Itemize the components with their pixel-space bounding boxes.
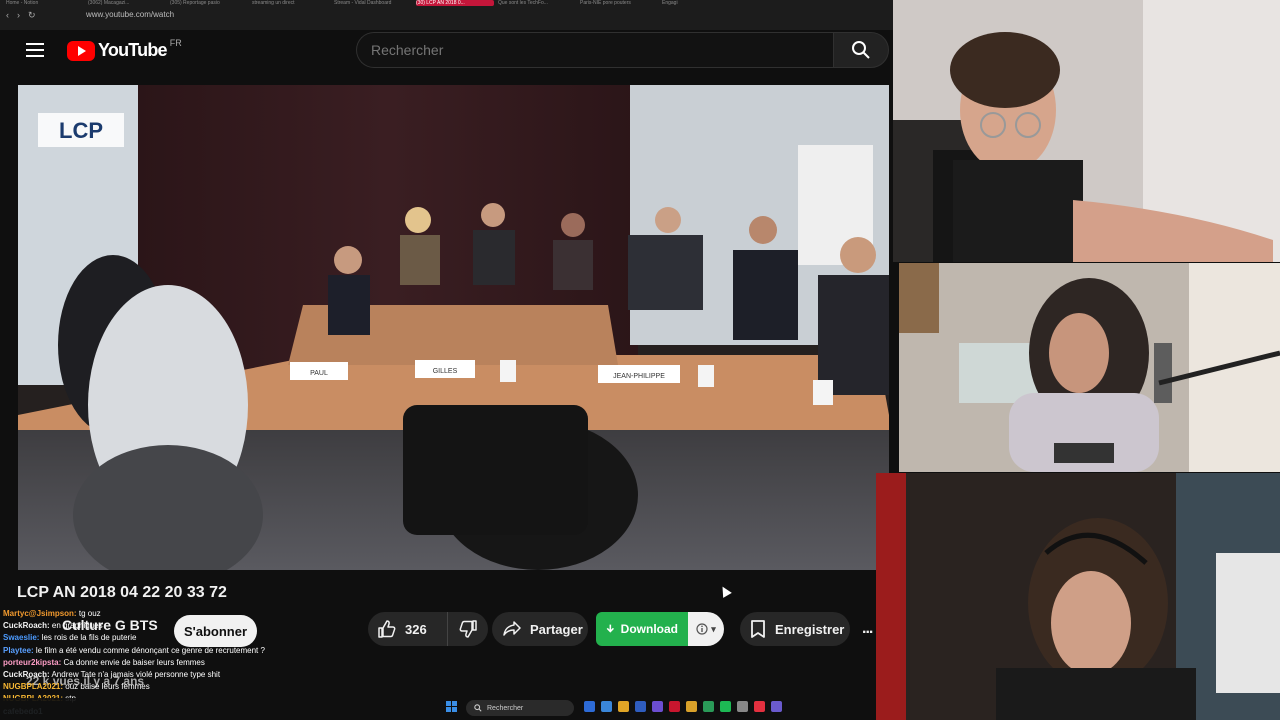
video-title: LCP AN 2018 04 22 20 33 72 [17,584,227,601]
chat-message: Swaeslie: les rois de la fils de puterie [3,632,293,644]
like-dislike-group: 326 [368,612,488,646]
name-card-paul: PAUL [310,370,328,377]
back-icon[interactable]: ‹ [6,10,9,21]
taskbar-app-icon[interactable] [635,701,646,712]
chat-message: Playtee: le film a été vendu comme dénon… [3,645,293,657]
name-card-gilles: GILLES [433,368,458,375]
more-actions-icon[interactable]: ... [862,620,873,638]
chat-text: Andrew Tate n'a jamais violé personne ty… [51,670,221,680]
taskbar-app-icon[interactable] [737,701,748,712]
save-button[interactable]: Enregistrer [740,612,850,646]
thumbs-down-icon [459,620,477,638]
taskbar-app-icon[interactable] [584,701,595,712]
chat-message: CuckRoach: en graphiques [3,620,293,632]
logo-text: YouTube [98,40,168,60]
share-button[interactable]: Partager [492,612,588,646]
video-player[interactable]: PAUL GILLES JEAN-PHILIPPE LCP [18,85,889,570]
chat-text: les rois de la fils de puterie [41,633,137,643]
search-button[interactable] [833,32,889,68]
windows-taskbar: Rechercher [0,698,876,720]
webcam-middle [899,263,1280,472]
mouse-cursor-icon [718,584,732,598]
browser-tab-strip: Home - Notion (3062) Macagazi... (305) Rep… [0,0,895,8]
reload-icon[interactable]: ↻ [28,10,36,21]
chat-text: le film a été vendu comme dénonçant ce g… [35,645,265,655]
share-label: Partager [530,621,583,637]
youtube-logo[interactable]: YouTube FR [67,37,182,61]
download-button[interactable]: Download [596,612,688,646]
hamburger-menu-icon[interactable] [26,43,44,57]
chat-username: Playtee: [3,645,34,655]
chat-text: tg ouz [78,609,101,618]
taskbar-app-icon[interactable] [754,701,765,712]
webcam-top [893,0,1280,262]
name-card-jean-philippe: JEAN-PHILIPPE [613,373,665,380]
chat-message: porteur2kipsta: Ca donne envie de baiser… [3,657,293,669]
forward-icon[interactable]: › [17,10,20,21]
country-code: FR [169,37,182,48]
browser-tab[interactable]: (3062) Macagazi... [88,0,166,6]
taskbar-app-icons [584,701,782,712]
taskbar-search-label: Rechercher [487,704,524,712]
browser-tab[interactable]: (305) Reportage pasio [170,0,248,6]
browser-tab[interactable]: Engagi [662,0,740,6]
chat-message: NUGBPLA2021: ouz baise leurs femmes [3,681,293,693]
thumbs-up-icon [378,620,396,638]
browser-tab[interactable]: Stream - Vidal Dashboard [334,0,412,6]
chat-username: Martyc@Jsimpson: [3,609,77,618]
chat-username: porteur2kipsta: [3,657,62,667]
lcp-logo: LCP [59,118,103,143]
windows-start-icon[interactable] [446,701,457,712]
chat-text: en graphiques [51,621,103,631]
taskbar-app-icon[interactable] [720,701,731,712]
taskbar-app-icon[interactable] [703,701,714,712]
chat-username: NUGBPLA2021: [3,682,64,692]
info-icon [696,623,708,635]
save-label: Enregistrer [775,621,845,637]
taskbar-app-icon[interactable] [686,701,697,712]
taskbar-app-icon[interactable] [652,701,663,712]
chat-username: Swaeslie: [3,633,40,643]
download-options-button[interactable]: ▾ [688,612,724,646]
youtube-header: YouTube FR [0,30,895,72]
browser-tab[interactable]: Home - Notion [6,0,84,6]
taskbar-search-icon [474,704,482,712]
taskbar-app-icon[interactable] [771,701,782,712]
taskbar-app-icon[interactable] [618,701,629,712]
chevron-down-icon: ▾ [711,623,716,634]
chat-message: Martyc@Jsimpson: tg ouz [3,608,293,620]
chat-message: CuckRoach: Andrew Tate n'a jamais violé … [3,669,293,681]
download-arrow-icon [606,624,614,633]
search-input[interactable] [356,32,833,68]
like-button[interactable]: 326 [368,612,448,646]
webcam-bottom [876,473,1280,720]
bookmark-icon [751,620,765,638]
download-group: Download ▾ [596,612,724,646]
chat-text: Ca donne envie de baiser leurs femmes [63,657,205,667]
like-count: 326 [405,621,427,637]
browser-chrome: Home - Notion (3062) Macagazi... (305) Rep… [0,0,895,30]
browser-tab[interactable]: streaming un direct [252,0,330,6]
search-icon [852,41,870,59]
chat-username: CuckRoach: [3,670,50,680]
youtube-play-icon [67,40,95,61]
browser-tab[interactable]: (30) LCP AN 2018 0... [416,0,494,6]
download-label: Download [620,622,678,636]
chat-text: ouz baise leurs femmes [65,682,150,692]
dislike-button[interactable] [448,612,488,646]
taskbar-search[interactable]: Rechercher [466,700,574,716]
screen: Home - Notion (3062) Macagazi... (305) Rep… [0,0,1280,720]
taskbar-app-icon[interactable] [601,701,612,712]
chat-username: CuckRoach: [3,621,50,631]
taskbar-app-icon[interactable] [669,701,680,712]
browser-nav: ‹ › ↻ [6,10,36,21]
share-icon [503,621,521,636]
address-bar[interactable]: www.youtube.com/watch [86,10,174,19]
browser-tab[interactable]: Paris-NIE pore pouters [580,0,658,6]
browser-tab[interactable]: Que sont les TechFo... [498,0,576,6]
